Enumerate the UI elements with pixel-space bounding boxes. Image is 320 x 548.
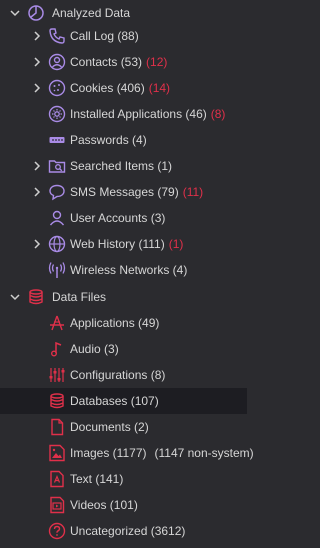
- contact-icon: [48, 53, 66, 71]
- chevron-right-icon[interactable]: [31, 160, 43, 172]
- chevron-down-icon[interactable]: [9, 7, 21, 19]
- tree-node-label: Configurations (8): [70, 368, 166, 382]
- tree-node-documents[interactable]: Documents (2): [0, 414, 247, 440]
- non-system-count: (1147 non-system): [154, 446, 254, 460]
- app-icon: [48, 314, 66, 332]
- text-file-icon: [48, 470, 66, 488]
- database-icon: [48, 392, 66, 410]
- file-tree: Analyzed Data Call Log (88) Contacts (53…: [0, 0, 254, 548]
- tree-node-label: Documents (2): [70, 420, 149, 434]
- tree-node-videos[interactable]: Videos (101): [0, 492, 247, 518]
- phone-icon: [48, 27, 66, 45]
- flagged-count: (8): [210, 107, 226, 121]
- message-icon: [48, 183, 66, 201]
- tree-node-label: Databases (107): [70, 394, 159, 408]
- question-icon: [48, 522, 66, 540]
- tree-node-data-files[interactable]: Data Files: [0, 284, 247, 310]
- tree-node-label: Analyzed Data: [52, 6, 131, 20]
- image-icon: [48, 444, 66, 462]
- tree-node-label: Applications (49): [70, 316, 160, 330]
- tree-node-cookies[interactable]: Cookies (406) (14): [0, 75, 247, 101]
- tree-node-databases[interactable]: Databases (107): [0, 388, 247, 414]
- chevron-right-icon[interactable]: [31, 30, 43, 42]
- tree-node-configurations[interactable]: Configurations (8): [0, 362, 247, 388]
- tree-node-label: Audio (3): [70, 342, 119, 356]
- compass-icon: [27, 4, 45, 22]
- tree-node-call-log[interactable]: Call Log (88): [0, 23, 247, 49]
- tree-node-label: Searched Items (1): [70, 159, 173, 173]
- tree-node-label: Uncategorized (3612): [70, 524, 186, 538]
- video-icon: [48, 496, 66, 514]
- chevron-right-icon[interactable]: [31, 186, 43, 198]
- flagged-count: (1): [168, 237, 184, 251]
- tree-node-passwords[interactable]: Passwords (4): [0, 127, 247, 153]
- tree-node-label: Videos (101): [70, 498, 138, 512]
- password-icon: [48, 131, 66, 149]
- user-icon: [48, 209, 66, 227]
- tree-node-images[interactable]: Images (1177) (1147 non-system): [0, 440, 254, 466]
- flagged-count: (12): [146, 55, 168, 69]
- tree-node-label: Wireless Networks (4): [70, 263, 188, 277]
- tree-node-sms-messages[interactable]: SMS Messages (79) (11): [0, 179, 247, 205]
- tree-node-contacts[interactable]: Contacts (53) (12): [0, 49, 247, 75]
- tree-node-text[interactable]: Text (141): [0, 466, 247, 492]
- gear-circle-icon: [48, 105, 66, 123]
- tree-node-label: Contacts (53): [70, 55, 143, 69]
- tree-node-label: Web History (111): [70, 237, 165, 251]
- tree-node-label: User Accounts (3): [70, 211, 166, 225]
- tree-node-label: Data Files: [52, 290, 107, 304]
- tree-node-label: Text (141): [70, 472, 124, 486]
- tree-node-label: Images (1177): [70, 446, 147, 460]
- tree-node-label: Passwords (4): [70, 133, 147, 147]
- tree-node-uncategorized[interactable]: Uncategorized (3612): [0, 518, 247, 544]
- folder-search-icon: [48, 157, 66, 175]
- wireless-icon: [48, 261, 66, 279]
- chevron-right-icon[interactable]: [31, 238, 43, 250]
- music-note-icon: [48, 340, 66, 358]
- chevron-down-icon[interactable]: [9, 291, 21, 303]
- tree-node-label: Cookies (406): [70, 81, 145, 95]
- document-icon: [48, 418, 66, 436]
- tree-node-searched-items[interactable]: Searched Items (1): [0, 153, 247, 179]
- globe-icon: [48, 235, 66, 253]
- tree-node-label: Installed Applications (46): [70, 107, 207, 121]
- tree-node-wireless-networks[interactable]: Wireless Networks (4): [0, 257, 247, 283]
- chevron-right-icon[interactable]: [31, 82, 43, 94]
- tree-node-label: SMS Messages (79): [70, 185, 179, 199]
- tree-node-applications[interactable]: Applications (49): [0, 310, 247, 336]
- tree-node-web-history[interactable]: Web History (111) (1): [0, 231, 247, 257]
- tree-node-user-accounts[interactable]: User Accounts (3): [0, 205, 247, 231]
- flagged-count: (14): [148, 81, 171, 95]
- sliders-icon: [48, 366, 66, 384]
- cookie-icon: [48, 79, 66, 97]
- tree-node-audio[interactable]: Audio (3): [0, 336, 247, 362]
- flagged-count: (11): [182, 185, 204, 199]
- tree-node-label: Call Log (88): [70, 29, 139, 43]
- database-icon: [27, 288, 45, 306]
- chevron-right-icon[interactable]: [31, 56, 43, 68]
- tree-node-installed-applications[interactable]: Installed Applications (46) (8): [0, 101, 247, 127]
